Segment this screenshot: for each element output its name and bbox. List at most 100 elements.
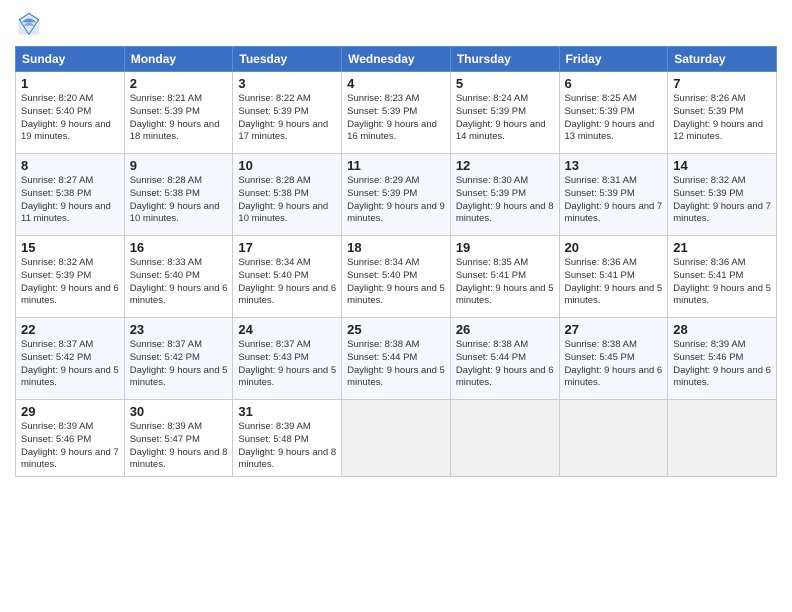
day-number: 19 — [456, 240, 554, 255]
day-info: Sunrise: 8:35 AMSunset: 5:41 PMDaylight:… — [456, 257, 554, 308]
day-number: 21 — [673, 240, 771, 255]
calendar-week-row: 22 Sunrise: 8:37 AMSunset: 5:42 PMDayligh… — [16, 318, 777, 400]
weekday-header-friday: Friday — [559, 47, 668, 72]
calendar-cell: 26 Sunrise: 8:38 AMSunset: 5:44 PMDayligh… — [450, 318, 559, 400]
calendar-week-row: 15 Sunrise: 8:32 AMSunset: 5:39 PMDayligh… — [16, 236, 777, 318]
day-number: 7 — [673, 76, 771, 91]
calendar-cell: 23 Sunrise: 8:37 AMSunset: 5:42 PMDayligh… — [124, 318, 233, 400]
day-number: 3 — [238, 76, 336, 91]
calendar-cell: 25Sunrise: 8:38 AMSunset: 5:44 PMDayligh… — [342, 318, 451, 400]
weekday-header-thursday: Thursday — [450, 47, 559, 72]
day-info: Sunrise: 8:34 AMSunset: 5:40 PMDaylight:… — [238, 257, 336, 308]
calendar-cell: 16Sunrise: 8:33 AMSunset: 5:40 PMDayligh… — [124, 236, 233, 318]
day-info: Sunrise: 8:38 AMSunset: 5:44 PMDaylight:… — [456, 339, 554, 390]
weekday-header-row: SundayMondayTuesdayWednesdayThursdayFrid… — [16, 47, 777, 72]
weekday-header-monday: Monday — [124, 47, 233, 72]
day-info: Sunrise: 8:27 AMSunset: 5:38 PMDaylight:… — [21, 175, 119, 226]
weekday-header-saturday: Saturday — [668, 47, 777, 72]
calendar-cell: 3Sunrise: 8:22 AMSunset: 5:39 PMDaylight… — [233, 72, 342, 154]
day-number: 9 — [130, 158, 228, 173]
day-number: 22 — [21, 322, 119, 337]
calendar-cell: 27 Sunrise: 8:38 AMSunset: 5:45 PMDayligh… — [559, 318, 668, 400]
day-info: Sunrise: 8:34 AMSunset: 5:40 PMDaylight:… — [347, 257, 445, 308]
day-number: 27 — [565, 322, 663, 337]
calendar-cell: 24 Sunrise: 8:37 AMSunset: 5:43 PMDayligh… — [233, 318, 342, 400]
day-number: 8 — [21, 158, 119, 173]
day-info: Sunrise: 8:29 AMSunset: 5:39 PMDaylight:… — [347, 175, 445, 226]
day-number: 31 — [238, 404, 336, 419]
day-info: Sunrise: 8:37 AMSunset: 5:42 PMDaylight:… — [130, 339, 228, 390]
day-info: Sunrise: 8:37 AMSunset: 5:43 PMDaylight:… — [238, 339, 336, 390]
calendar-cell: 15 Sunrise: 8:32 AMSunset: 5:39 PMDayligh… — [16, 236, 125, 318]
day-number: 28 — [673, 322, 771, 337]
day-number: 15 — [21, 240, 119, 255]
day-number: 6 — [565, 76, 663, 91]
day-number: 23 — [130, 322, 228, 337]
calendar-cell — [559, 400, 668, 477]
calendar-cell: 14 Sunrise: 8:32 AMSunset: 5:39 PMDayligh… — [668, 154, 777, 236]
day-number: 14 — [673, 158, 771, 173]
day-number: 11 — [347, 158, 445, 173]
calendar-cell: 8 Sunrise: 8:27 AMSunset: 5:38 PMDaylight… — [16, 154, 125, 236]
day-info: Sunrise: 8:32 AMSunset: 5:39 PMDaylight:… — [21, 257, 119, 308]
logo — [15, 10, 47, 38]
calendar-cell: 1 Sunrise: 8:20 AMSunset: 5:40 PMDaylight… — [16, 72, 125, 154]
calendar-cell: 6 Sunrise: 8:25 AMSunset: 5:39 PMDaylight… — [559, 72, 668, 154]
calendar-cell: 4 Sunrise: 8:23 AMSunset: 5:39 PMDaylight… — [342, 72, 451, 154]
calendar-cell: 7 Sunrise: 8:26 AMSunset: 5:39 PMDaylight… — [668, 72, 777, 154]
day-info: Sunrise: 8:23 AMSunset: 5:39 PMDaylight:… — [347, 93, 445, 144]
calendar-cell: 13Sunrise: 8:31 AMSunset: 5:39 PMDayligh… — [559, 154, 668, 236]
day-number: 24 — [238, 322, 336, 337]
logo-icon — [15, 10, 43, 38]
day-info: Sunrise: 8:33 AMSunset: 5:40 PMDaylight:… — [130, 257, 228, 308]
calendar-cell: 5 Sunrise: 8:24 AMSunset: 5:39 PMDaylight… — [450, 72, 559, 154]
calendar-cell: 22 Sunrise: 8:37 AMSunset: 5:42 PMDayligh… — [16, 318, 125, 400]
calendar-cell — [342, 400, 451, 477]
day-number: 18 — [347, 240, 445, 255]
day-info: Sunrise: 8:32 AMSunset: 5:39 PMDaylight:… — [673, 175, 771, 226]
day-info: Sunrise: 8:39 AMSunset: 5:46 PMDaylight:… — [673, 339, 771, 390]
page: SundayMondayTuesdayWednesdayThursdayFrid… — [0, 0, 792, 612]
calendar-cell — [450, 400, 559, 477]
calendar-cell: 31 Sunrise: 8:39 AMSunset: 5:48 PMDayligh… — [233, 400, 342, 477]
calendar-cell: 20Sunrise: 8:36 AMSunset: 5:41 PMDayligh… — [559, 236, 668, 318]
calendar-week-row: 29 Sunrise: 8:39 AMSunset: 5:46 PMDayligh… — [16, 400, 777, 477]
day-number: 1 — [21, 76, 119, 91]
day-number: 5 — [456, 76, 554, 91]
day-info: Sunrise: 8:30 AMSunset: 5:39 PMDaylight:… — [456, 175, 554, 226]
calendar-week-row: 8 Sunrise: 8:27 AMSunset: 5:38 PMDaylight… — [16, 154, 777, 236]
weekday-header-sunday: Sunday — [16, 47, 125, 72]
day-info: Sunrise: 8:39 AMSunset: 5:46 PMDaylight:… — [21, 421, 119, 472]
day-info: Sunrise: 8:24 AMSunset: 5:39 PMDaylight:… — [456, 93, 554, 144]
calendar-cell: 28 Sunrise: 8:39 AMSunset: 5:46 PMDayligh… — [668, 318, 777, 400]
day-number: 29 — [21, 404, 119, 419]
day-info: Sunrise: 8:38 AMSunset: 5:45 PMDaylight:… — [565, 339, 663, 390]
day-info: Sunrise: 8:28 AMSunset: 5:38 PMDaylight:… — [238, 175, 336, 226]
day-info: Sunrise: 8:38 AMSunset: 5:44 PMDaylight:… — [347, 339, 445, 390]
day-number: 26 — [456, 322, 554, 337]
day-number: 12 — [456, 158, 554, 173]
day-info: Sunrise: 8:21 AMSunset: 5:39 PMDaylight:… — [130, 93, 228, 144]
day-info: Sunrise: 8:25 AMSunset: 5:39 PMDaylight:… — [565, 93, 663, 144]
day-number: 2 — [130, 76, 228, 91]
calendar-cell: 30Sunrise: 8:39 AMSunset: 5:47 PMDayligh… — [124, 400, 233, 477]
day-info: Sunrise: 8:39 AMSunset: 5:48 PMDaylight:… — [238, 421, 336, 472]
calendar-cell: 9 Sunrise: 8:28 AMSunset: 5:38 PMDaylight… — [124, 154, 233, 236]
day-info: Sunrise: 8:37 AMSunset: 5:42 PMDaylight:… — [21, 339, 119, 390]
day-number: 10 — [238, 158, 336, 173]
calendar-cell: 21Sunrise: 8:36 AMSunset: 5:41 PMDayligh… — [668, 236, 777, 318]
day-info: Sunrise: 8:20 AMSunset: 5:40 PMDaylight:… — [21, 93, 119, 144]
day-number: 17 — [238, 240, 336, 255]
calendar-week-row: 1 Sunrise: 8:20 AMSunset: 5:40 PMDaylight… — [16, 72, 777, 154]
weekday-header-tuesday: Tuesday — [233, 47, 342, 72]
day-info: Sunrise: 8:26 AMSunset: 5:39 PMDaylight:… — [673, 93, 771, 144]
day-info: Sunrise: 8:31 AMSunset: 5:39 PMDaylight:… — [565, 175, 663, 226]
calendar-cell: 29 Sunrise: 8:39 AMSunset: 5:46 PMDayligh… — [16, 400, 125, 477]
calendar-cell: 2 Sunrise: 8:21 AMSunset: 5:39 PMDaylight… — [124, 72, 233, 154]
day-info: Sunrise: 8:28 AMSunset: 5:38 PMDaylight:… — [130, 175, 228, 226]
calendar-cell: 18 Sunrise: 8:34 AMSunset: 5:40 PMDayligh… — [342, 236, 451, 318]
day-info: Sunrise: 8:39 AMSunset: 5:47 PMDaylight:… — [130, 421, 228, 472]
day-number: 20 — [565, 240, 663, 255]
calendar-cell: 11 Sunrise: 8:29 AMSunset: 5:39 PMDayligh… — [342, 154, 451, 236]
day-number: 4 — [347, 76, 445, 91]
